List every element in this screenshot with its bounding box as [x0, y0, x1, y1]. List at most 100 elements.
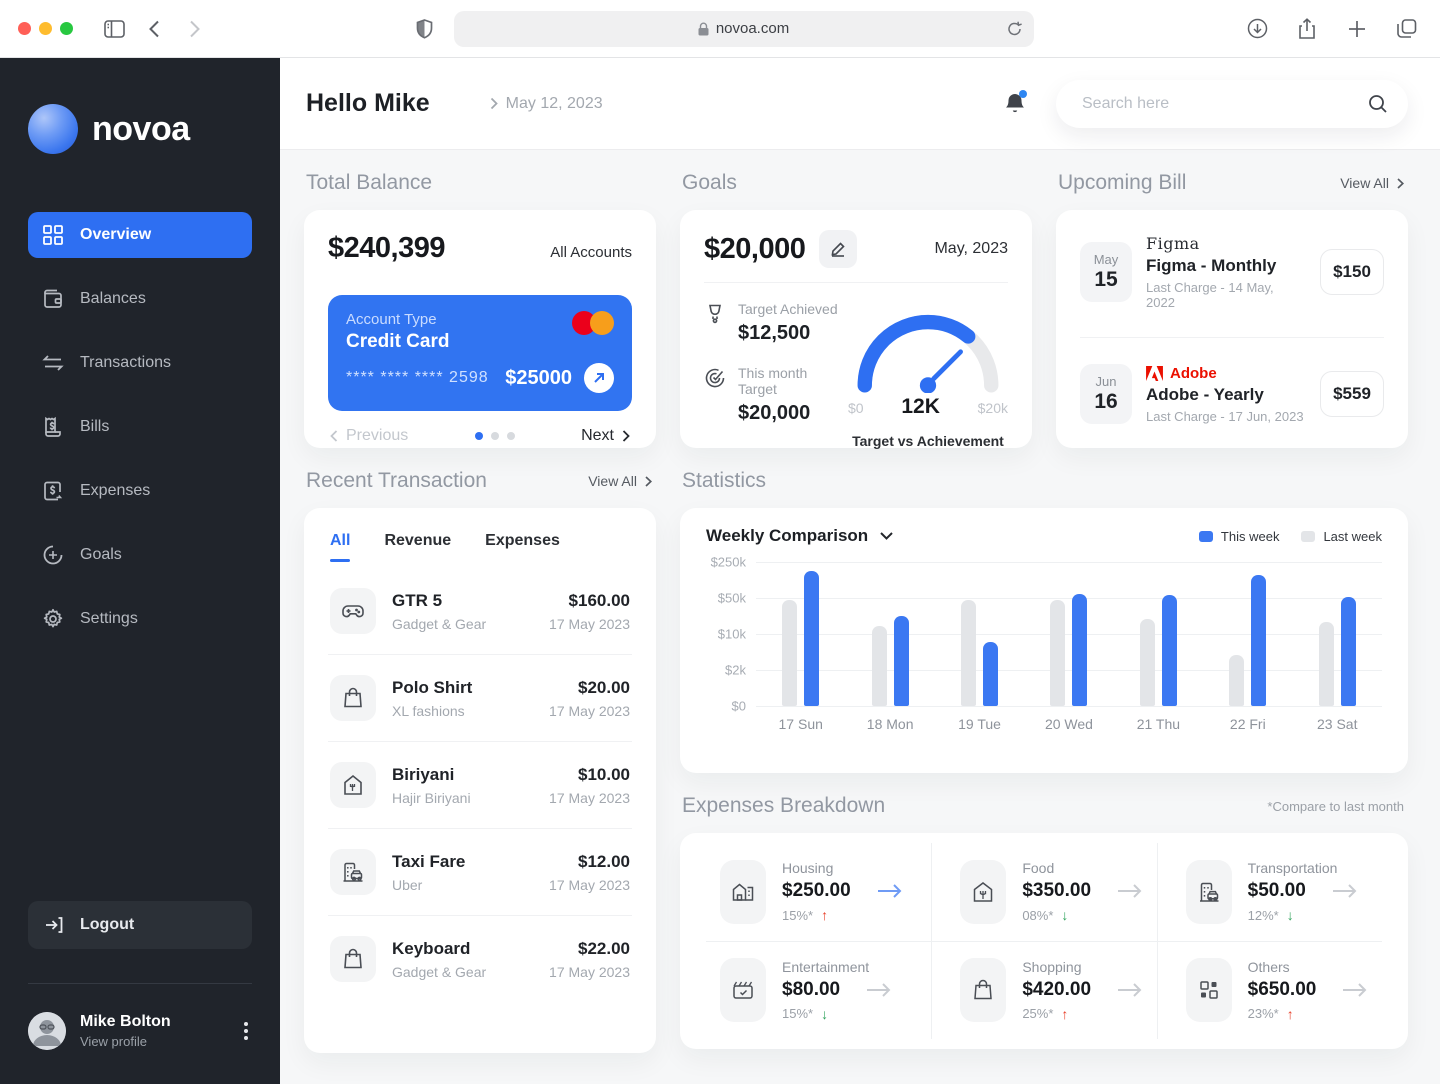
pager-dot[interactable]	[506, 432, 515, 440]
transport-icon	[1185, 859, 1232, 924]
clapperboard-icon	[720, 958, 766, 1023]
right-column: Goals $20,000 May, 2023 Target Achieved …	[680, 150, 1408, 1084]
notification-dot	[1019, 89, 1027, 98]
credit-card[interactable]: Account Type Credit Card **** **** **** …	[328, 295, 632, 411]
address-bar[interactable]: novoa.com	[453, 10, 1034, 47]
x-tick-label: 23 Sat	[1317, 716, 1358, 732]
home-icon	[720, 859, 766, 924]
search-icon[interactable]	[1368, 94, 1388, 114]
bill-amount-button[interactable]: $559	[1320, 371, 1384, 417]
brand-name: novoa	[92, 109, 190, 148]
tab-expenses[interactable]: Expenses	[485, 532, 560, 562]
sidebar-item-balances[interactable]: Balances	[28, 276, 252, 322]
shopping-bag-icon	[960, 958, 1007, 1023]
sidebar-item-settings[interactable]: Settings	[28, 596, 252, 642]
arrow-right-icon[interactable]	[1342, 982, 1368, 998]
bills-view-all-link[interactable]: View All	[1340, 175, 1404, 191]
profile-menu-icon[interactable]	[240, 1018, 252, 1044]
food-store-icon	[960, 859, 1007, 924]
transaction-row[interactable]: Biriyani Hajir Biriyani $10.00 17 May 20…	[328, 742, 632, 829]
sidebar-divider	[28, 983, 252, 984]
sidebar-item-transactions[interactable]: Transactions	[28, 340, 252, 386]
zoom-window-button[interactable]	[60, 22, 73, 35]
section-title-upcoming-bill: Upcoming Bill	[1058, 171, 1187, 194]
close-window-button[interactable]	[18, 22, 31, 35]
logout-label: Logout	[80, 916, 135, 933]
arrow-right-icon[interactable]	[1117, 982, 1143, 998]
arrow-right-icon[interactable]	[1117, 883, 1143, 899]
profile-row[interactable]: Mike Bolton View profile	[28, 1012, 252, 1084]
transaction-amount: $160.00	[568, 590, 630, 610]
tab-revenue[interactable]: Revenue	[384, 532, 451, 562]
previous-button[interactable]: Previous	[330, 427, 408, 445]
logout-icon	[44, 915, 64, 935]
this-week-bar	[983, 641, 999, 706]
share-icon[interactable]	[1292, 14, 1322, 44]
card-number: **** **** **** 2598	[346, 369, 489, 386]
sidebar-item-expenses[interactable]: Expenses	[28, 468, 252, 514]
search-bar[interactable]	[1056, 79, 1408, 128]
bill-last-charge: Last Charge - 17 Jun, 2023	[1146, 408, 1304, 424]
sidebar-item-label: Transactions	[80, 354, 171, 371]
edit-goal-button[interactable]	[819, 230, 858, 268]
y-axis: $250k $50k $10k $2k $0	[706, 555, 756, 714]
tabs-icon[interactable]	[1392, 14, 1422, 44]
sidebar-item-goals[interactable]: Goals	[28, 532, 252, 578]
notifications-button[interactable]	[1004, 89, 1027, 116]
bill-amount-button[interactable]: $150	[1320, 249, 1384, 295]
sidebar-item-bills[interactable]: Bills	[28, 404, 252, 450]
arrow-right-icon[interactable]	[1332, 883, 1358, 899]
gamepad-icon	[330, 588, 376, 634]
gauge-caption: Target vs Achievement	[852, 433, 1004, 449]
sidebar-item-label: Overview	[80, 226, 152, 243]
bill-row[interactable]: May 15 Figma Figma - Monthly Last Charge…	[1080, 234, 1384, 310]
sidebar-item-overview[interactable]: Overview	[28, 212, 252, 258]
greeting: Hello Mike	[306, 89, 430, 117]
arrow-right-icon[interactable]	[877, 883, 903, 899]
back-icon[interactable]	[139, 14, 169, 44]
transaction-row[interactable]: Polo Shirt XL fashions $20.00 17 May 202…	[328, 655, 632, 742]
forward-icon[interactable]	[179, 14, 209, 44]
weekly-comparison-dropdown[interactable]: Weekly Comparison	[706, 526, 893, 546]
bill-date-badge: May 15	[1080, 242, 1132, 302]
transaction-category: Gadget & Gear	[392, 615, 487, 632]
this-week-bar	[1072, 593, 1088, 706]
section-title-goals: Goals	[682, 171, 737, 194]
new-tab-icon[interactable]	[1342, 14, 1372, 44]
month-target-label: This month Target	[738, 365, 808, 397]
brand-logo: novoa	[28, 58, 252, 212]
gauge-min: $0	[848, 400, 864, 416]
shield-icon[interactable]	[410, 14, 440, 44]
bar-chart: $250k $50k $10k $2k $0	[706, 555, 1382, 714]
transactions-view-all-link[interactable]: View All	[588, 473, 652, 489]
last-week-swatch	[1301, 530, 1316, 542]
transaction-row[interactable]: Taxi Fare Uber $12.00 17 May 2023	[328, 829, 632, 916]
transaction-list: GTR 5 Gadget & Gear $160.00 17 May 2023 …	[328, 568, 632, 1002]
logout-button[interactable]: Logout	[28, 901, 252, 949]
trend-arrow: ↓	[1061, 907, 1069, 924]
gauge-max: $20k	[977, 400, 1008, 416]
pager-dot[interactable]	[474, 432, 483, 440]
reload-icon[interactable]	[1007, 21, 1022, 37]
section-title-expenses-breakdown: Expenses Breakdown	[682, 794, 886, 817]
x-tick-label: 22 Fri	[1229, 716, 1266, 732]
tab-all[interactable]: All	[330, 532, 351, 562]
search-input[interactable]	[1082, 94, 1368, 113]
date-breadcrumb[interactable]: May 12, 2023	[490, 95, 603, 113]
minimize-window-button[interactable]	[39, 22, 52, 35]
downloads-icon[interactable]	[1242, 14, 1272, 44]
transaction-row[interactable]: GTR 5 Gadget & Gear $160.00 17 May 2023	[328, 568, 632, 655]
bar-group	[871, 562, 909, 706]
sidebar-toggle-icon[interactable]	[99, 14, 129, 44]
bill-row[interactable]: Jun 16 Adobe Adobe - Yearly Last Charge …	[1080, 364, 1384, 424]
y-tick-label: $250k	[710, 554, 746, 570]
transaction-row[interactable]: Keyboard Gadget & Gear $22.00 17 May 202…	[328, 916, 632, 1002]
next-button[interactable]: Next	[581, 427, 630, 445]
pager-dot[interactable]	[490, 432, 499, 440]
target-icon	[42, 544, 64, 566]
card-open-button[interactable]	[584, 363, 614, 393]
arrow-right-icon[interactable]	[866, 982, 892, 998]
goal-gauge: $0 12K $20k Target vs Achievement	[848, 301, 1008, 449]
y-tick-label: $0	[731, 698, 746, 714]
section-title-total-balance: Total Balance	[306, 171, 433, 194]
